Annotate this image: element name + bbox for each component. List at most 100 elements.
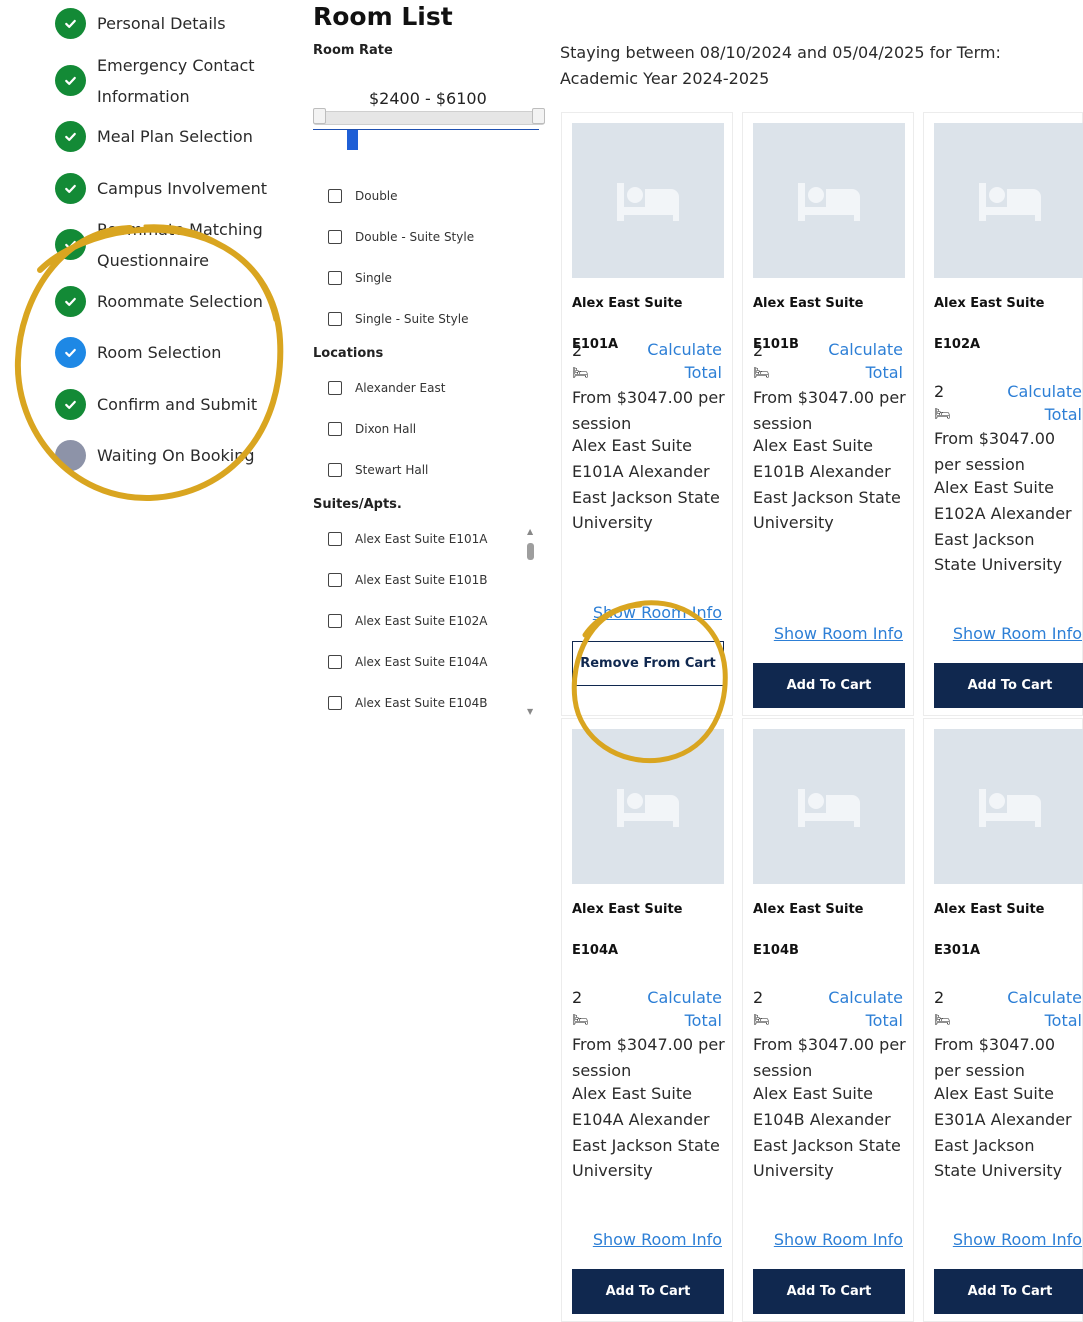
bed-icon: 🛏 bbox=[572, 1013, 589, 1028]
room-image-placeholder bbox=[572, 123, 724, 278]
bed-icon: 🛏 bbox=[753, 1013, 770, 1028]
check-icon bbox=[55, 337, 86, 368]
calculate-total-link[interactable]: Calculate Total bbox=[813, 338, 903, 384]
filter-single-suite[interactable]: Single - Suite Style bbox=[328, 312, 468, 326]
step-label: Room Selection bbox=[97, 343, 222, 362]
page-title: Room List bbox=[313, 2, 453, 31]
filter-suite-e102a[interactable]: Alex East Suite E102A bbox=[328, 614, 488, 628]
calculate-total-link[interactable]: Calculate Total bbox=[632, 338, 722, 384]
scroll-up-arrow-icon[interactable]: ▲ bbox=[527, 527, 533, 536]
show-room-info-link[interactable]: Show Room Info bbox=[593, 1230, 722, 1249]
bed-icon: 🛏 bbox=[753, 366, 770, 381]
step-label: Emergency Contact Information bbox=[97, 56, 255, 106]
room-details: Alex East Suite E104A Alexander East Jac… bbox=[572, 1084, 720, 1181]
filter-double[interactable]: Double bbox=[328, 189, 398, 203]
filter-label: Double - Suite Style bbox=[355, 230, 475, 244]
room-price: From $3047.00 per session bbox=[934, 1035, 1056, 1080]
add-to-cart-button[interactable]: Add To Cart bbox=[934, 663, 1083, 708]
checkbox[interactable] bbox=[328, 655, 342, 669]
room-card-e301a: Alex East Suite E301A 2 🛏 Calculate Tota… bbox=[923, 718, 1083, 1322]
scroll-down-arrow-icon[interactable]: ▼ bbox=[527, 707, 533, 716]
bed-image-icon bbox=[798, 788, 860, 827]
check-icon bbox=[55, 229, 86, 260]
room-image-placeholder bbox=[572, 729, 724, 884]
filter-label: Alex East Suite E101B bbox=[355, 573, 488, 587]
room-price: From $3047.00 per session bbox=[572, 388, 725, 433]
checkbox[interactable] bbox=[328, 312, 342, 326]
filter-alexander-east[interactable]: Alexander East bbox=[328, 381, 445, 395]
step-campus-involvement[interactable]: Campus Involvement bbox=[55, 173, 277, 204]
check-icon bbox=[55, 173, 86, 204]
filter-label: Stewart Hall bbox=[355, 463, 429, 477]
checkbox[interactable] bbox=[328, 573, 342, 587]
room-price: From $3047.00 per session bbox=[572, 1035, 725, 1080]
room-rate-slider-track[interactable] bbox=[313, 111, 545, 125]
room-details: Alex East Suite E102A Alexander East Jac… bbox=[934, 478, 1072, 575]
step-label: Waiting On Booking bbox=[97, 446, 255, 465]
checkbox[interactable] bbox=[328, 532, 342, 546]
checkbox[interactable] bbox=[328, 381, 342, 395]
add-to-cart-button[interactable]: Add To Cart bbox=[753, 1269, 905, 1314]
filter-suite-e104a[interactable]: Alex East Suite E104A bbox=[328, 655, 488, 669]
room-details: Alex East Suite E301A Alexander East Jac… bbox=[934, 1084, 1072, 1181]
calculate-total-link[interactable]: Calculate Total bbox=[992, 986, 1082, 1032]
filter-suite-e104b[interactable]: Alex East Suite E104B bbox=[328, 696, 488, 710]
room-card-e101a: Alex East Suite E101A 2 🛏 Calculate Tota… bbox=[561, 112, 733, 716]
filter-double-suite[interactable]: Double - Suite Style bbox=[328, 230, 474, 244]
checkbox[interactable] bbox=[328, 463, 342, 477]
step-room-selection[interactable]: Room Selection bbox=[55, 337, 277, 368]
filter-stewart-hall[interactable]: Stewart Hall bbox=[328, 463, 428, 477]
filter-suite-e101b[interactable]: Alex East Suite E101B bbox=[328, 573, 488, 587]
room-name: Alex East Suite E104A bbox=[572, 902, 683, 958]
step-label: Campus Involvement bbox=[97, 179, 267, 198]
step-waiting-booking[interactable]: Waiting On Booking bbox=[55, 440, 277, 471]
room-price: From $3047.00 per session bbox=[753, 388, 906, 433]
add-to-cart-button[interactable]: Add To Cart bbox=[753, 663, 905, 708]
slider-thumb[interactable] bbox=[347, 130, 358, 150]
check-icon bbox=[55, 8, 86, 39]
room-capacity: 2 bbox=[753, 988, 764, 1007]
room-capacity: 2 bbox=[934, 988, 945, 1007]
filter-label: Single - Suite Style bbox=[355, 312, 469, 326]
filter-label: Single bbox=[355, 271, 392, 285]
step-roommate-selection[interactable]: Roommate Selection bbox=[55, 286, 277, 317]
filter-suite-e101a[interactable]: Alex East Suite E101A bbox=[328, 532, 488, 546]
checkbox[interactable] bbox=[328, 271, 342, 285]
room-image-placeholder bbox=[753, 123, 905, 278]
calculate-total-link[interactable]: Calculate Total bbox=[813, 986, 903, 1032]
step-label: Personal Details bbox=[97, 14, 226, 33]
filter-dixon-hall[interactable]: Dixon Hall bbox=[328, 422, 416, 436]
checkbox[interactable] bbox=[328, 614, 342, 628]
room-name: Alex East Suite E301A bbox=[934, 902, 1045, 958]
step-personal-details[interactable]: Personal Details bbox=[55, 8, 277, 39]
show-room-info-link[interactable]: Show Room Info bbox=[774, 1230, 903, 1249]
bed-image-icon bbox=[617, 788, 679, 827]
calculate-total-link[interactable]: Calculate Total bbox=[992, 380, 1082, 426]
show-room-info-link[interactable]: Show Room Info bbox=[593, 603, 722, 622]
filter-label: Alex East Suite E104B bbox=[355, 696, 488, 710]
step-meal-plan[interactable]: Meal Plan Selection bbox=[55, 121, 277, 152]
room-capacity: 2 bbox=[572, 988, 583, 1007]
checkbox[interactable] bbox=[328, 230, 342, 244]
room-card-e104a: Alex East Suite E104A 2 🛏 Calculate Tota… bbox=[561, 718, 733, 1322]
slider-max-handle[interactable] bbox=[532, 108, 545, 124]
show-room-info-link[interactable]: Show Room Info bbox=[953, 1230, 1082, 1249]
check-icon bbox=[55, 121, 86, 152]
remove-from-cart-button[interactable]: Remove From Cart bbox=[572, 641, 724, 686]
step-roommate-questionnaire[interactable]: Roommate Matching Questionnaire bbox=[55, 220, 277, 276]
slider-min-handle[interactable] bbox=[313, 108, 326, 124]
room-details: Alex East Suite E104B Alexander East Jac… bbox=[753, 1084, 901, 1181]
room-capacity: 2 bbox=[753, 341, 764, 360]
add-to-cart-button[interactable]: Add To Cart bbox=[934, 1269, 1083, 1314]
show-room-info-link[interactable]: Show Room Info bbox=[953, 624, 1082, 643]
calculate-total-link[interactable]: Calculate Total bbox=[632, 986, 722, 1032]
scrollbar-thumb[interactable] bbox=[527, 543, 534, 560]
checkbox[interactable] bbox=[328, 422, 342, 436]
step-emergency-contact[interactable]: Emergency Contact Information bbox=[55, 56, 277, 112]
show-room-info-link[interactable]: Show Room Info bbox=[774, 624, 903, 643]
checkbox[interactable] bbox=[328, 189, 342, 203]
filter-single[interactable]: Single bbox=[328, 271, 392, 285]
checkbox[interactable] bbox=[328, 696, 342, 710]
add-to-cart-button[interactable]: Add To Cart bbox=[572, 1269, 724, 1314]
step-confirm-submit[interactable]: Confirm and Submit bbox=[55, 389, 277, 420]
